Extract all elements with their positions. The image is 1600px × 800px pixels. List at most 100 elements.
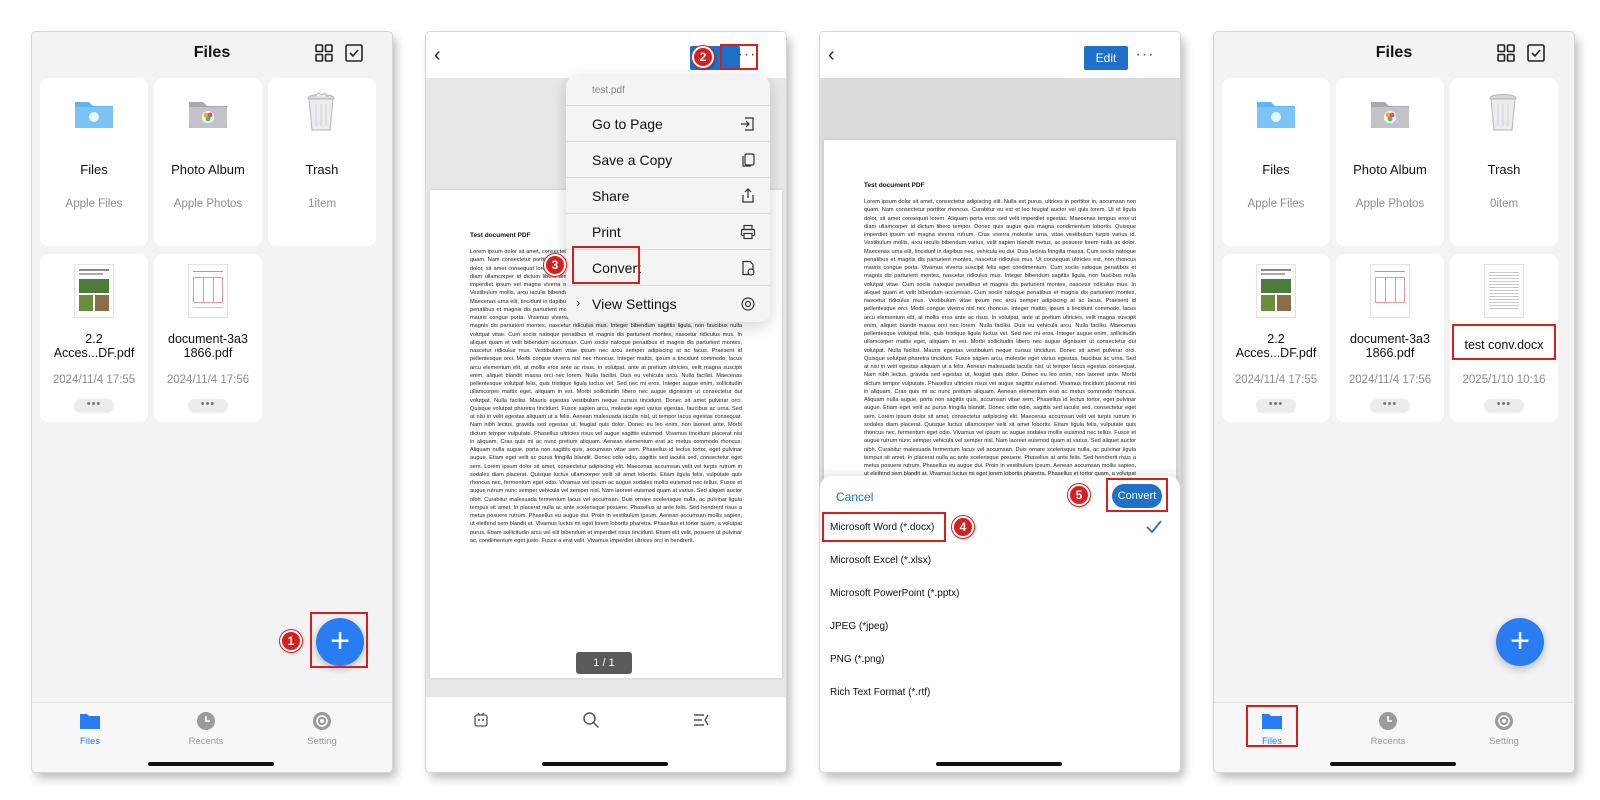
header: Files xyxy=(32,32,392,76)
file-tile[interactable]: document-3a3 1866.pdf 2024/11/4 17:56 ••… xyxy=(154,254,262,422)
file-name: 2.2 Acces...DF.pdf xyxy=(1235,332,1317,360)
file-tile[interactable]: 2.2 Acces...DF.pdf 2024/11/4 17:55 ••• xyxy=(1222,254,1330,422)
folder-tab-icon xyxy=(80,714,100,729)
tile-photo-album[interactable]: Photo Album Apple Photos xyxy=(1336,78,1444,246)
photos-folder-icon xyxy=(189,102,227,128)
step-badge-3: 3 xyxy=(544,254,566,276)
file-date: 2024/11/4 17:55 xyxy=(1234,374,1318,386)
settings-icon xyxy=(741,297,755,311)
tile-trash[interactable]: Trash 0item xyxy=(1450,78,1558,246)
more-dots-button[interactable]: ··· xyxy=(1130,46,1160,70)
home-indicator xyxy=(1330,762,1456,766)
tab-bar: Files Recents Setting xyxy=(1214,702,1574,772)
back-arrow-icon[interactable]: ‹ xyxy=(434,45,448,65)
tile-trash[interactable]: Trash 1item xyxy=(268,78,376,246)
more-options-button[interactable]: ••• xyxy=(1370,399,1410,413)
format-option-xlsx[interactable]: Microsoft Excel (*.xlsx) xyxy=(830,555,931,566)
tab-bar: Files Recents Setting xyxy=(32,702,392,772)
file-date: 2025/1/10 10:16 xyxy=(1462,374,1546,386)
read-mode-icon[interactable] xyxy=(472,711,490,729)
menu-item-label: Share xyxy=(592,188,630,204)
tab-recents[interactable]: Recents xyxy=(166,711,246,747)
tab-files[interactable]: Files xyxy=(50,711,130,747)
docx-thumbnail xyxy=(1484,264,1524,318)
tab-label: Recents xyxy=(188,736,224,747)
format-option-rtf[interactable]: Rich Text Format (*.rtf) xyxy=(830,687,930,698)
gear-icon xyxy=(313,712,331,730)
file-tile[interactable]: 2.2 Acces...DF.pdf 2024/11/4 17:55 ••• xyxy=(40,254,148,422)
outline-icon[interactable] xyxy=(692,711,710,729)
more-options-button[interactable]: ••• xyxy=(1256,399,1296,413)
phone-pdf-menu: Test document PDF Lorem ipsum dolor sit … xyxy=(426,32,786,772)
photos-folder-icon xyxy=(1371,102,1409,128)
share-icon xyxy=(742,188,754,203)
clock-icon xyxy=(197,712,215,730)
tile-photo-album[interactable]: Photo Album Apple Photos xyxy=(154,78,262,246)
add-button[interactable]: + xyxy=(1496,618,1544,666)
more-options-button[interactable]: ••• xyxy=(74,399,114,413)
file-tile[interactable]: document-3a3 1866.pdf 2024/11/4 17:56 ••… xyxy=(1336,254,1444,422)
tile-name: Photo Album xyxy=(171,162,245,177)
home-indicator xyxy=(148,762,274,766)
select-checkbox-icon[interactable] xyxy=(344,43,364,63)
menu-item-label: Print xyxy=(592,224,621,240)
highlight-box xyxy=(572,246,640,284)
back-arrow-icon[interactable]: ‹ xyxy=(828,45,842,65)
tutorial-stage: Files Files Apple Files Photo Album Appl… xyxy=(0,0,1600,800)
tab-recents[interactable]: Recents xyxy=(1348,711,1428,747)
page-title: Files xyxy=(1375,44,1413,61)
tab-setting[interactable]: Setting xyxy=(1464,711,1544,747)
format-option-png[interactable]: PNG (*.png) xyxy=(830,654,884,665)
highlight-box xyxy=(310,612,368,668)
pdf-thumbnail xyxy=(188,264,228,318)
trash-icon xyxy=(1489,94,1517,131)
tab-setting[interactable]: Setting xyxy=(282,711,362,747)
more-options-button[interactable]: ••• xyxy=(188,399,228,413)
search-icon[interactable] xyxy=(582,711,600,729)
tab-label: Files xyxy=(79,736,101,747)
grid-view-icon[interactable] xyxy=(1496,43,1516,63)
highlight-box xyxy=(1452,324,1556,360)
clock-icon xyxy=(1379,712,1397,730)
phone-files-home: Files Files Apple Files Photo Album Appl… xyxy=(32,32,392,772)
header: Files xyxy=(1214,32,1574,76)
context-menu: test.pdf Go to Page Save a Copy Share Pr… xyxy=(566,76,770,322)
tile-subtitle: Apple Photos xyxy=(1355,198,1425,210)
highlight-box xyxy=(1246,705,1298,747)
more-options-button[interactable]: ••• xyxy=(1484,399,1524,413)
select-checkbox-icon[interactable] xyxy=(1526,43,1546,63)
menu-item-print[interactable]: Print xyxy=(566,214,770,250)
menu-item-label: Go to Page xyxy=(592,116,663,132)
copy-icon xyxy=(742,153,755,167)
home-indicator xyxy=(542,762,668,766)
page-title: Files xyxy=(193,44,231,61)
home-indicator xyxy=(936,762,1062,766)
step-badge-1: 1 xyxy=(280,630,302,652)
format-option-pptx[interactable]: Microsoft PowerPoint (*.pptx) xyxy=(830,588,960,599)
pdf-thumbnail xyxy=(74,264,114,318)
tab-label: Recents xyxy=(1370,736,1406,747)
document-body: Lorem ipsum dolor sit amet, consectetur … xyxy=(864,199,1136,494)
cancel-button[interactable]: Cancel xyxy=(836,490,873,504)
checkmark-icon xyxy=(1146,520,1162,534)
menu-item-view-settings[interactable]: › View Settings xyxy=(566,286,770,322)
menu-item-save-copy[interactable]: Save a Copy xyxy=(566,142,770,178)
tile-files[interactable]: Files Apple Files xyxy=(1222,78,1330,246)
phone-convert-sheet: Test document PDF Lorem ipsum dolor sit … xyxy=(820,32,1180,772)
tile-name: Trash xyxy=(1487,162,1521,177)
file-date: 2024/11/4 17:56 xyxy=(166,374,250,386)
file-name: document-3a3 1866.pdf xyxy=(168,332,248,360)
menu-item-go-to-page[interactable]: Go to Page xyxy=(566,106,770,142)
tile-name: Trash xyxy=(305,162,339,177)
format-option-jpeg[interactable]: JPEG (*jpeg) xyxy=(830,621,888,632)
bottom-toolbar xyxy=(426,696,786,772)
highlight-box xyxy=(1106,478,1168,512)
menu-item-share[interactable]: Share xyxy=(566,178,770,214)
tile-name: Files xyxy=(1262,162,1290,177)
tile-files[interactable]: Files Apple Files xyxy=(40,78,148,246)
tile-subtitle: Apple Photos xyxy=(173,198,243,210)
highlight-box xyxy=(720,44,758,70)
grid-view-icon[interactable] xyxy=(314,43,334,63)
edit-button[interactable]: Edit xyxy=(1084,46,1128,70)
document-title: Test document PDF xyxy=(864,182,925,189)
